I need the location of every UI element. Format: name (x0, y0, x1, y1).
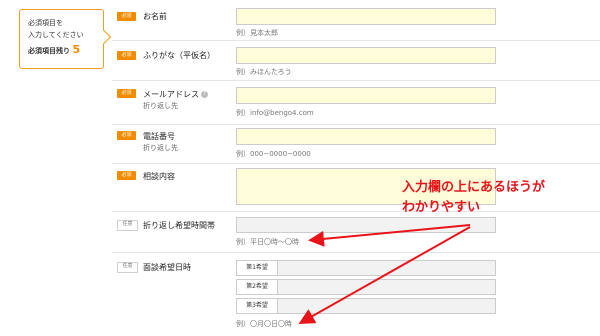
annotation-arrows (298, 224, 471, 324)
annotation-arrow-lower (298, 226, 471, 324)
annotation-arrow-upper (308, 224, 471, 247)
